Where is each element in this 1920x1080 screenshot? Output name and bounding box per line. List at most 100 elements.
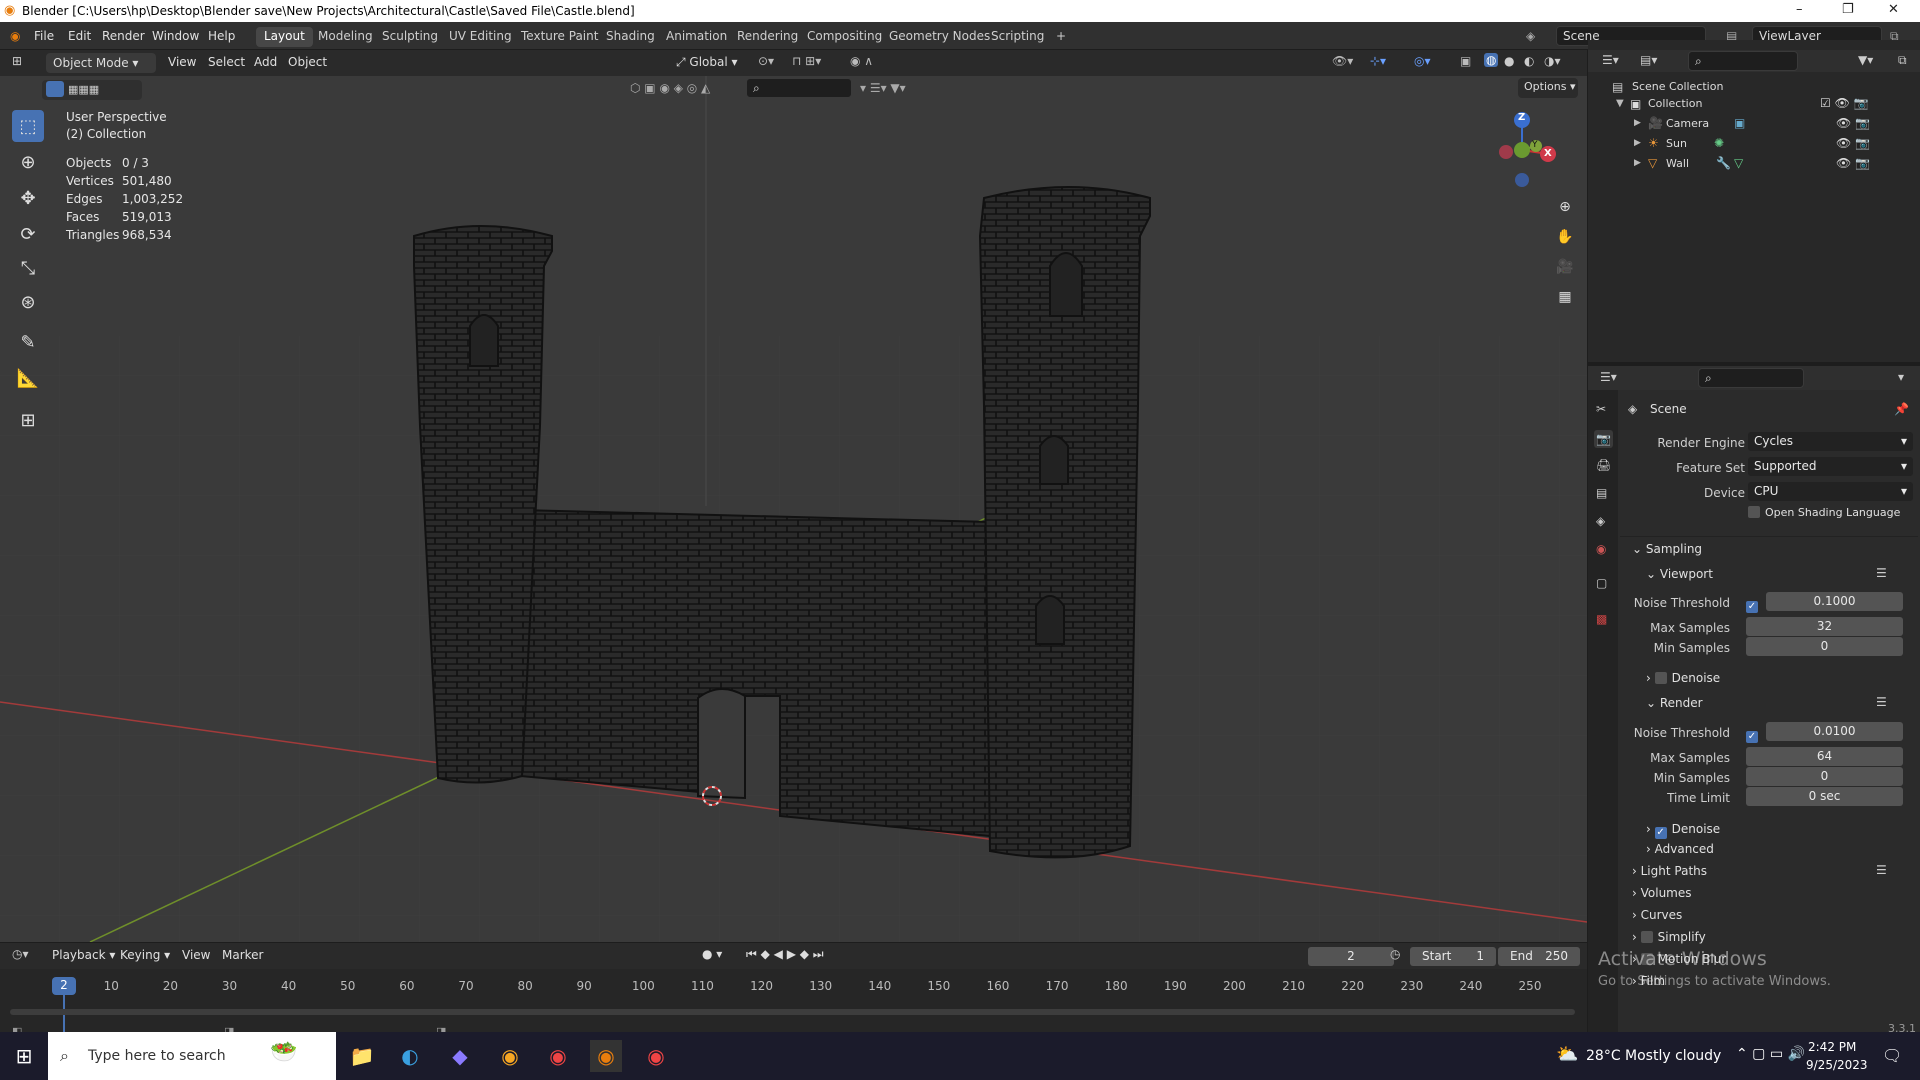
camera-view-icon[interactable]: 🎥 [1552, 254, 1578, 280]
material-shading-icon[interactable]: ◐ [1524, 54, 1534, 68]
overlays-toggle-icon[interactable]: ◎▾ [1414, 54, 1431, 68]
app-icon[interactable]: ◆ [444, 1040, 476, 1072]
menu-render[interactable]: Render [102, 29, 145, 43]
viewport-menu-select[interactable]: Select [208, 55, 245, 69]
viewport-menu-add[interactable]: Add [254, 55, 277, 69]
render-max-samples-field[interactable]: 64 [1746, 747, 1903, 766]
pivot-icon[interactable]: ⊙▾ [758, 54, 774, 68]
outliner-item-wall[interactable]: Wall [1666, 157, 1689, 170]
workspace-tab-rendering[interactable]: Rendering [729, 27, 806, 47]
visibility-toggle-icon[interactable]: 👁 📷 [1836, 136, 1870, 150]
menu-help[interactable]: Help [208, 29, 235, 43]
viewport-min-samples-field[interactable]: 0 [1746, 637, 1903, 656]
workspace-tab-uv-editing[interactable]: UV Editing [441, 27, 520, 47]
viewport-noise-field[interactable]: 0.1000 [1766, 592, 1903, 611]
expand-arrow-icon[interactable]: ▶ [1634, 118, 1641, 128]
visibility-toggle-icon[interactable]: 👁 📷 [1836, 156, 1870, 170]
select-box-tool-icon[interactable]: ⬚ [12, 110, 44, 142]
cursor-tool-icon[interactable]: ⊕ [12, 146, 44, 178]
outliner-collection[interactable]: Collection [1648, 97, 1702, 110]
playback-controls-icon[interactable]: ⏮ ◆ ◀ ▶ ◆ ⏭ [746, 947, 824, 962]
menu-window[interactable]: Window [152, 29, 199, 43]
perspective-grid-icon[interactable]: ▦ [1552, 284, 1578, 310]
osl-checkbox[interactable]: Open Shading Language [1748, 506, 1900, 519]
tray-icons[interactable]: ⌃ ▢ ▭ 🔊 [1736, 1046, 1805, 1062]
preset-list-icon[interactable]: ☰ [1876, 863, 1887, 877]
outliner-scene-collection[interactable]: Scene Collection [1632, 80, 1723, 93]
mode-dropdown[interactable]: Object Mode ▾ [46, 53, 156, 73]
menu-edit[interactable]: Edit [68, 29, 91, 43]
timeline-menu-view[interactable]: View [182, 948, 210, 962]
expand-arrow-icon[interactable]: ▶ [1634, 158, 1641, 168]
timeline-editor-icon[interactable]: ◷▾ [12, 947, 29, 961]
properties-search-field[interactable]: ⌕ [1698, 368, 1804, 388]
measure-tool-icon[interactable]: 📐 [12, 362, 44, 394]
outliner-search-field[interactable]: ⌕ [1688, 51, 1798, 71]
visibility-icon[interactable]: 👁▾ [1332, 54, 1353, 68]
sampling-panel-header[interactable]: ⌄ Sampling [1632, 542, 1702, 556]
outliner-filter-icon[interactable]: ▼▾ [1858, 53, 1873, 67]
rendered-shading-icon[interactable]: ◑▾ [1544, 54, 1561, 68]
advanced-panel-header[interactable]: › Advanced [1646, 842, 1714, 856]
properties-options-icon[interactable]: ▾ [1898, 370, 1904, 384]
curves-panel-header[interactable]: › Curves [1632, 908, 1682, 922]
preset-list-icon[interactable]: ☰ [1876, 566, 1887, 580]
notification-icon[interactable]: 🗨 [1882, 1046, 1902, 1065]
navigation-gizmo[interactable]: Z Y X [1492, 108, 1572, 188]
viewport-subpanel-header[interactable]: ⌄ Viewport [1646, 567, 1713, 581]
transform-tool-icon[interactable]: ⊛ [12, 286, 44, 318]
move-tool-icon[interactable]: ✥ [12, 182, 44, 214]
solid-shading-icon[interactable]: ● [1504, 54, 1514, 68]
timeline-menu-keying[interactable]: Keying ▾ [120, 948, 170, 962]
expand-arrow-icon[interactable]: ▶ [1634, 138, 1641, 148]
scale-tool-icon[interactable]: ⤡ [12, 252, 44, 284]
timeline-menu-marker[interactable]: Marker [222, 948, 263, 962]
frame-ruler[interactable]: 2 10 20 30 40 50 60 70 80 90 100 110 120 130 140 150 16… [0, 969, 1587, 1035]
viewport-menu-view[interactable]: View [168, 55, 196, 69]
end-frame-field[interactable]: End 250 [1498, 947, 1580, 966]
object-filter-icons[interactable]: ⬡ ▣ ◉ ◈ ◎ ◭ [630, 81, 710, 95]
gizmo-toggle-icon[interactable]: ⊹▾ [1370, 54, 1386, 68]
filter-dropdown-icon[interactable]: ▾ ☰▾ ▼▾ [860, 81, 906, 95]
properties-editor-icon[interactable]: ☰▾ [1600, 370, 1617, 384]
proportional-edit-icon[interactable]: ◉ ∧ [850, 54, 873, 68]
viewport-search-field[interactable]: ⌕ [746, 78, 852, 98]
options-dropdown[interactable]: Options ▾ [1518, 78, 1578, 98]
wireframe-shading-icon[interactable]: ◍ [1484, 53, 1499, 67]
collection-expand-icon[interactable]: ▼ [1616, 98, 1624, 109]
render-noise-field[interactable]: 0.0100 [1766, 722, 1903, 741]
feature-set-dropdown[interactable]: Supported ▾ [1748, 457, 1913, 476]
workspace-tab-animation[interactable]: Animation [658, 27, 735, 47]
select-box-new-icon[interactable] [46, 81, 64, 97]
minimize-button[interactable]: – [1796, 2, 1803, 17]
add-workspace-button[interactable]: + [1048, 27, 1074, 47]
blender-menu-icon[interactable]: ◉ [10, 29, 20, 43]
start-frame-field[interactable]: Start 1 [1410, 947, 1496, 966]
outliner-item-camera[interactable]: Camera [1666, 117, 1709, 130]
pin-icon[interactable]: 📌 [1894, 402, 1909, 416]
transform-orientation-dropdown[interactable]: ⤢ Global ▾ [670, 53, 746, 73]
visibility-toggle-icon[interactable]: 👁 📷 [1836, 116, 1870, 130]
menu-file[interactable]: File [34, 29, 54, 43]
snap-icon[interactable]: ⊓ ⊞▾ [792, 54, 821, 68]
preview-range-icon[interactable]: ◷ [1390, 947, 1400, 961]
workspace-tab-sculpting[interactable]: Sculpting [374, 27, 446, 47]
device-dropdown[interactable]: CPU ▾ [1748, 482, 1913, 501]
time-limit-field[interactable]: 0 sec [1746, 787, 1903, 806]
close-button[interactable]: ✕ [1888, 2, 1899, 17]
render-denoise-header[interactable]: › ✓ Denoise [1646, 822, 1720, 839]
annotate-tool-icon[interactable]: ✎ [12, 326, 44, 358]
clock-time[interactable]: 2:42 PM [1808, 1040, 1856, 1054]
chrome-icon[interactable]: ◉ [542, 1040, 574, 1072]
zoom-icon[interactable]: ⊕ [1552, 194, 1578, 220]
select-box-extend-icon[interactable]: ▦▦▦ [68, 83, 99, 96]
viewport-noise-checkbox[interactable]: ✓ [1746, 596, 1763, 613]
windows-start-icon[interactable]: ⊞ [8, 1040, 40, 1072]
viewport-max-samples-field[interactable]: 32 [1746, 617, 1903, 636]
add-cube-tool-icon[interactable]: ⊞ [12, 404, 44, 436]
record-button-icon[interactable]: ● ▾ [702, 947, 722, 961]
timeline-scrollbar[interactable] [10, 1009, 1575, 1015]
new-collection-icon[interactable]: ⧉ [1898, 53, 1907, 68]
weather-text[interactable]: 28°C Mostly cloudy [1586, 1048, 1721, 1064]
collection-tab-icon[interactable]: ▢ [1596, 576, 1607, 590]
